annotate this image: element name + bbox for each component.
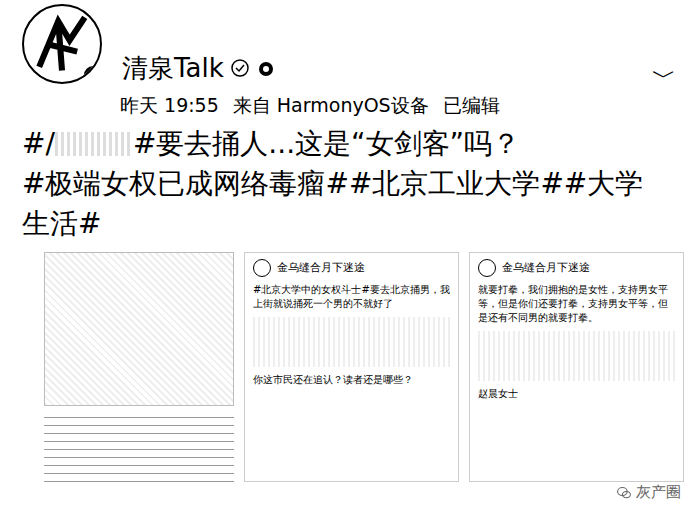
level-badge-icon bbox=[230, 58, 250, 78]
menu-chevron[interactable]: ﹀ bbox=[652, 4, 676, 92]
post-header: 清泉Talk 昨天 19:55 来自 HarmonyOS设备已编辑 ﹀ bbox=[0, 0, 690, 118]
screenshot-text: 就要打拳，我们拥抱的是女性，支持男女平等，但是你们还要打拳，支持男女平等，但是还… bbox=[478, 283, 677, 325]
post-text: #/ #要去捅人...这是“女剑客”吗？ #极端女权已成网络毒瘤##北京工业大学##… bbox=[0, 118, 690, 244]
verified-badge bbox=[84, 66, 102, 84]
name-row: 清泉Talk bbox=[122, 52, 632, 84]
post-time: 昨天 19:55 bbox=[120, 92, 219, 118]
screenshot-user: 金乌缝合月下迷途 bbox=[277, 261, 365, 275]
mini-avatar bbox=[253, 259, 271, 277]
user-name[interactable]: 清泉Talk bbox=[122, 52, 224, 84]
time-row: 昨天 19:55 来自 HarmonyOS设备已编辑 bbox=[120, 92, 632, 118]
avatar[interactable] bbox=[22, 4, 102, 84]
screenshot-figure bbox=[478, 331, 677, 381]
screenshot-figure bbox=[253, 317, 452, 367]
post-meta: 清泉Talk 昨天 19:55 来自 HarmonyOS设备已编辑 bbox=[122, 4, 632, 118]
hashtag-prefix[interactable]: #/ bbox=[22, 127, 55, 160]
fan-badge-icon bbox=[256, 58, 276, 78]
screenshot-caption: 你这市民还在追认？读者还是哪些？ bbox=[253, 373, 452, 387]
post-source: 来自 HarmonyOS设备 bbox=[233, 92, 429, 118]
screenshot-header: 金乌缝合月下迷途 bbox=[253, 259, 452, 277]
photo-table bbox=[44, 412, 234, 482]
screenshot-caption: 赵晨女士 bbox=[478, 387, 677, 401]
wechat-icon bbox=[616, 485, 632, 501]
image-grid: 金乌缝合月下迷途 #北京大学中的女权斗士#要去北京捅男，我上街就说捅死一个男的不就… bbox=[0, 244, 690, 482]
screenshot-user: 金乌缝合月下迷途 bbox=[502, 261, 590, 275]
photo-picture bbox=[44, 252, 234, 406]
screenshot-text: #北京大学中的女权斗士#要去北京捅男，我上街就说捅死一个男的不就好了 bbox=[253, 283, 452, 311]
post-tags[interactable]: #极端女权已成网络毒瘤##北京工业大学##大学生活# bbox=[22, 167, 643, 240]
redacted-block bbox=[55, 132, 133, 156]
photo-image[interactable] bbox=[44, 252, 234, 482]
screenshot-header: 金乌缝合月下迷途 bbox=[478, 259, 677, 277]
screenshot-image[interactable]: 金乌缝合月下迷途 #北京大学中的女权斗士#要去北京捅男，我上街就说捅死一个男的不就… bbox=[244, 252, 459, 482]
mini-avatar bbox=[478, 259, 496, 277]
post-title: #要去捅人...这是“女剑客”吗？ bbox=[133, 127, 520, 160]
screenshot-image[interactable]: 金乌缝合月下迷途就要打拳，我们拥抱的是女性，支持男女平等，但是你们还要打拳，支持… bbox=[469, 252, 684, 482]
edited-label: 已编辑 bbox=[443, 92, 500, 118]
watermark-text: 灰产圈 bbox=[636, 483, 681, 502]
watermark: 灰产圈 bbox=[613, 482, 684, 503]
